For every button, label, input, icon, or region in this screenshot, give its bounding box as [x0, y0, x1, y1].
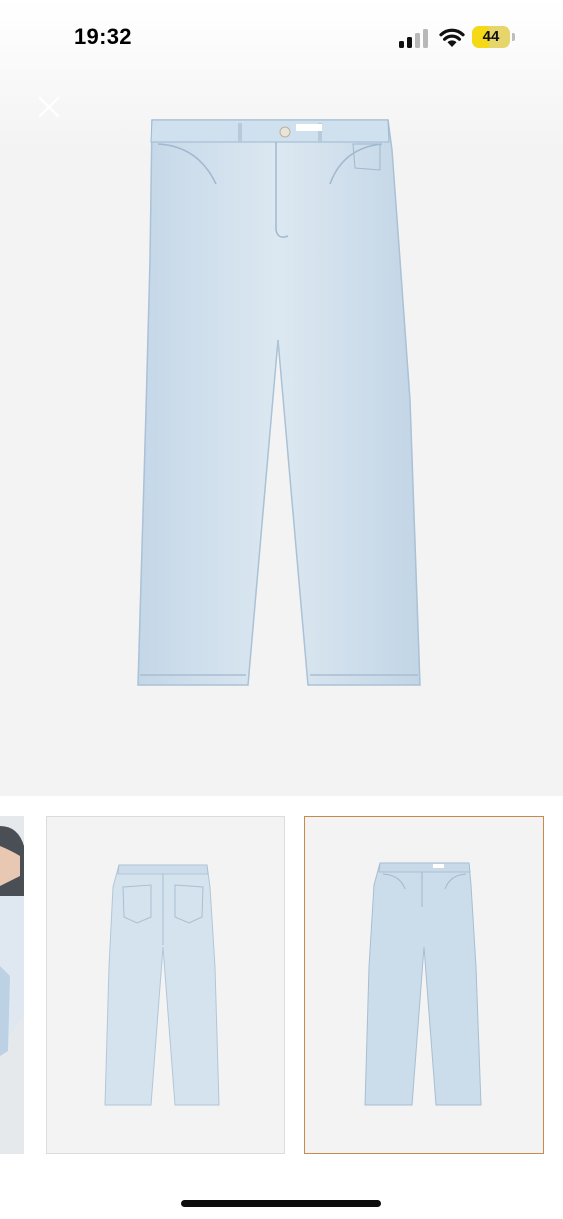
battery-icon: 44	[472, 26, 510, 48]
model-image	[0, 816, 24, 1154]
thumbnail-back-view[interactable]	[46, 816, 285, 1154]
battery-percent: 44	[482, 28, 500, 45]
thumbnail-front-view[interactable]	[304, 816, 544, 1154]
jeans-back-image	[104, 864, 220, 1106]
close-button[interactable]	[30, 88, 68, 126]
status-time: 19:32	[74, 24, 132, 49]
home-indicator[interactable]	[181, 1200, 381, 1207]
wifi-icon	[439, 28, 465, 47]
battery-indicator: 44	[472, 26, 516, 50]
thumbnail-model[interactable]	[0, 816, 24, 1154]
battery-cap	[512, 33, 515, 41]
close-icon	[38, 96, 60, 118]
cellular-signal-icon	[399, 29, 428, 48]
thumbnail-strip	[0, 806, 563, 1166]
main-product-image[interactable]	[128, 110, 428, 695]
jeans-front-image	[137, 119, 421, 686]
status-bar: 19:32 44	[0, 0, 563, 78]
jeans-front-thumb-image	[364, 862, 482, 1106]
